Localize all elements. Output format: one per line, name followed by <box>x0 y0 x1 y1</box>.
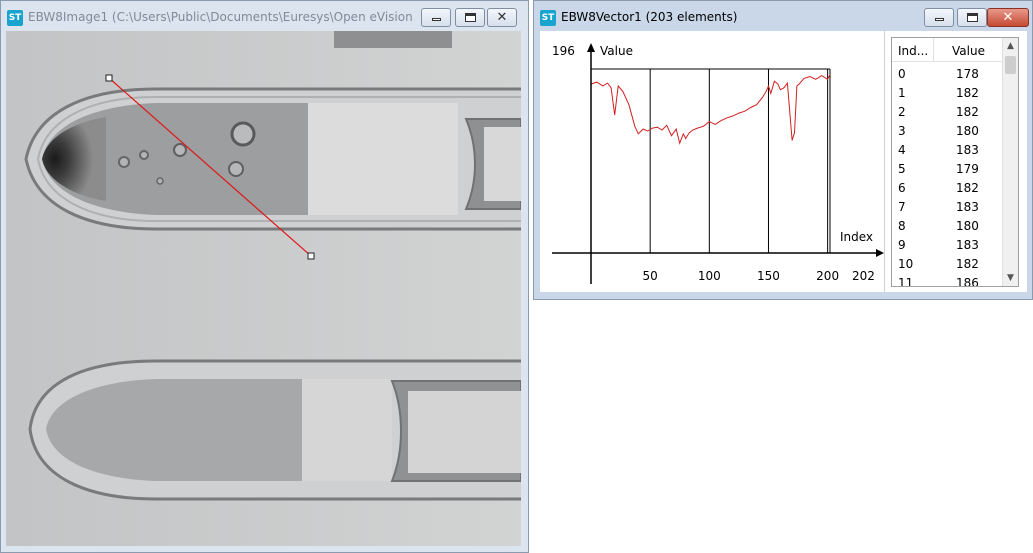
x-tick-label: 150 <box>757 269 780 283</box>
row-index: 10 <box>898 257 914 271</box>
row-index: 6 <box>898 181 906 195</box>
vector-window-titlebar[interactable]: ST EBW8Vector1 (203 elements) ✕ <box>534 1 1032 31</box>
chart-svg: 196 Value Index 202 50 100 150 200 <box>552 43 884 284</box>
scroll-thumb[interactable] <box>1005 56 1016 74</box>
minimize-button[interactable] <box>421 8 451 27</box>
row-value: 183 <box>956 238 979 252</box>
header-value[interactable]: Value <box>952 44 985 58</box>
row-value: 182 <box>956 86 979 100</box>
table-row[interactable]: 8 180 <box>892 216 1003 235</box>
maximize-button[interactable] <box>957 8 987 27</box>
maximize-icon <box>966 13 978 22</box>
table-row[interactable]: 6 182 <box>892 178 1003 197</box>
chart-grid <box>591 68 831 253</box>
scroll-up-icon[interactable]: ▲ <box>1003 38 1018 54</box>
scroll-down-icon[interactable]: ▼ <box>1003 270 1018 286</box>
row-value: 183 <box>956 200 979 214</box>
row-value: 180 <box>956 219 979 233</box>
image-window-title: EBW8Image1 (C:\Users\Public\Documents\Eu… <box>28 10 413 24</box>
row-value: 182 <box>956 257 979 271</box>
row-value: 180 <box>956 124 979 138</box>
vector-window-title: EBW8Vector1 (203 elements) <box>561 10 738 24</box>
vector-client: 196 Value Index 202 50 100 150 200 Ind... <box>540 31 1027 292</box>
x-axis-label: Index <box>840 230 873 244</box>
close-button[interactable]: ✕ <box>987 8 1029 27</box>
table-row[interactable]: 7 183 <box>892 197 1003 216</box>
close-button[interactable]: ✕ <box>487 8 517 27</box>
line-start-handle[interactable] <box>105 74 113 82</box>
close-icon: ✕ <box>1002 10 1014 25</box>
table-row[interactable]: 11 186 <box>892 273 1003 287</box>
image-viewport[interactable] <box>6 31 521 546</box>
table-row[interactable]: 9 183 <box>892 235 1003 254</box>
row-value: 178 <box>956 67 979 81</box>
x-max-label: 202 <box>852 269 875 283</box>
x-tick-label: 50 <box>643 269 658 283</box>
series-line <box>590 74 831 145</box>
image-top-block <box>334 31 452 48</box>
table-scrollbar[interactable]: ▲ ▼ <box>1002 38 1018 286</box>
row-index: 9 <box>898 238 906 252</box>
row-index: 3 <box>898 124 906 138</box>
row-index: 8 <box>898 219 906 233</box>
image-window: ST EBW8Image1 (C:\Users\Public\Documents… <box>0 0 529 553</box>
row-index: 5 <box>898 162 906 176</box>
x-tick-label: 200 <box>816 269 839 283</box>
y-axis-label: Value <box>600 44 633 58</box>
table-row[interactable]: 1 182 <box>892 83 1003 102</box>
table-header: Ind... Value <box>892 38 1003 62</box>
table-row[interactable]: 2 182 <box>892 102 1003 121</box>
minimize-button[interactable] <box>924 8 954 27</box>
y-axis-arrow <box>587 43 595 52</box>
table-row[interactable]: 0 178 <box>892 64 1003 83</box>
row-index: 7 <box>898 200 906 214</box>
row-index: 2 <box>898 105 906 119</box>
maximize-icon <box>464 13 476 22</box>
table-row[interactable]: 3 180 <box>892 121 1003 140</box>
minimize-icon <box>431 18 441 21</box>
app-icon: ST <box>540 10 556 26</box>
row-index: 4 <box>898 143 906 157</box>
profile-chart: 196 Value Index 202 50 100 150 200 <box>540 31 885 292</box>
row-value: 182 <box>956 105 979 119</box>
row-value: 186 <box>956 276 979 287</box>
chart-axes <box>552 43 884 284</box>
header-index[interactable]: Ind... <box>898 44 928 58</box>
x-tick-labels: 50 100 150 200 <box>643 269 840 283</box>
row-value: 182 <box>956 181 979 195</box>
value-table[interactable]: Ind... Value 0 178 1 182 2 182 3 180 4 183 5 1… <box>891 37 1019 287</box>
y-max-label: 196 <box>552 44 575 58</box>
row-index: 1 <box>898 86 906 100</box>
minimize-icon <box>934 18 944 21</box>
row-value: 183 <box>956 143 979 157</box>
image-window-titlebar[interactable]: ST EBW8Image1 (C:\Users\Public\Documents… <box>1 1 528 31</box>
row-value: 179 <box>956 162 979 176</box>
vector-window: ST EBW8Vector1 (203 elements) ✕ 196 Valu… <box>533 0 1033 300</box>
x-axis-arrow <box>876 249 884 257</box>
maximize-button[interactable] <box>455 8 485 27</box>
table-row[interactable]: 5 179 <box>892 159 1003 178</box>
row-index: 0 <box>898 67 906 81</box>
row-index: 11 <box>898 276 914 287</box>
grayscale-image <box>6 31 521 546</box>
table-row[interactable]: 10 182 <box>892 254 1003 273</box>
x-tick-label: 100 <box>698 269 721 283</box>
app-icon: ST <box>7 10 23 26</box>
table-row[interactable]: 4 183 <box>892 140 1003 159</box>
line-end-handle[interactable] <box>307 252 315 260</box>
close-icon: ✕ <box>496 10 508 25</box>
